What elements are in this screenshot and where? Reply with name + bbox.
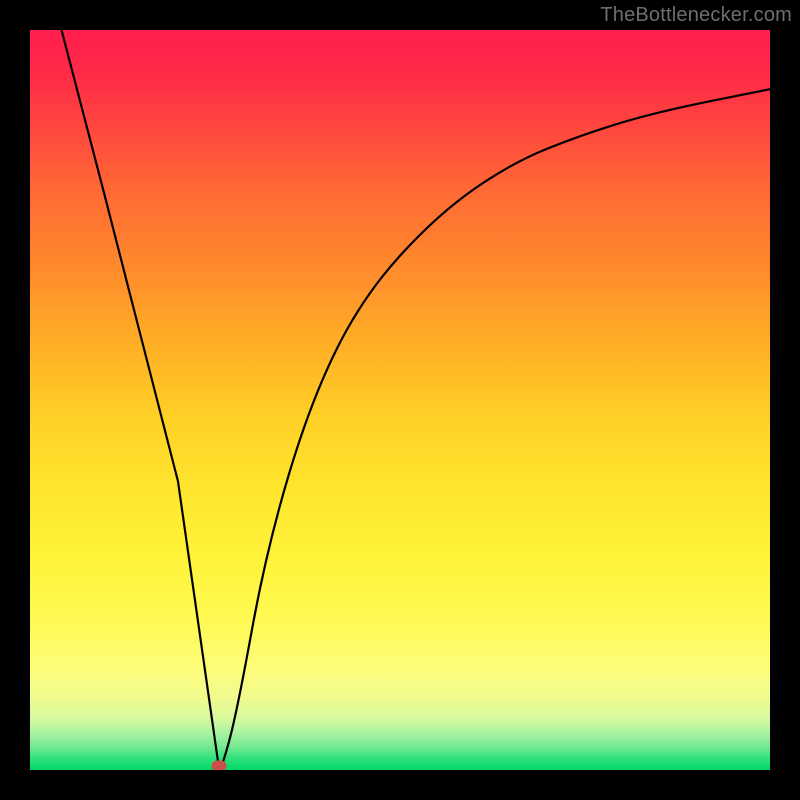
bottleneck-curve [60, 30, 770, 766]
curve-layer [30, 30, 770, 770]
plot-area [30, 30, 770, 770]
minimum-marker [211, 761, 226, 770]
watermark-text: TheBottlenecker.com [600, 4, 792, 27]
chart-frame: TheBottlenecker.com [0, 0, 800, 800]
